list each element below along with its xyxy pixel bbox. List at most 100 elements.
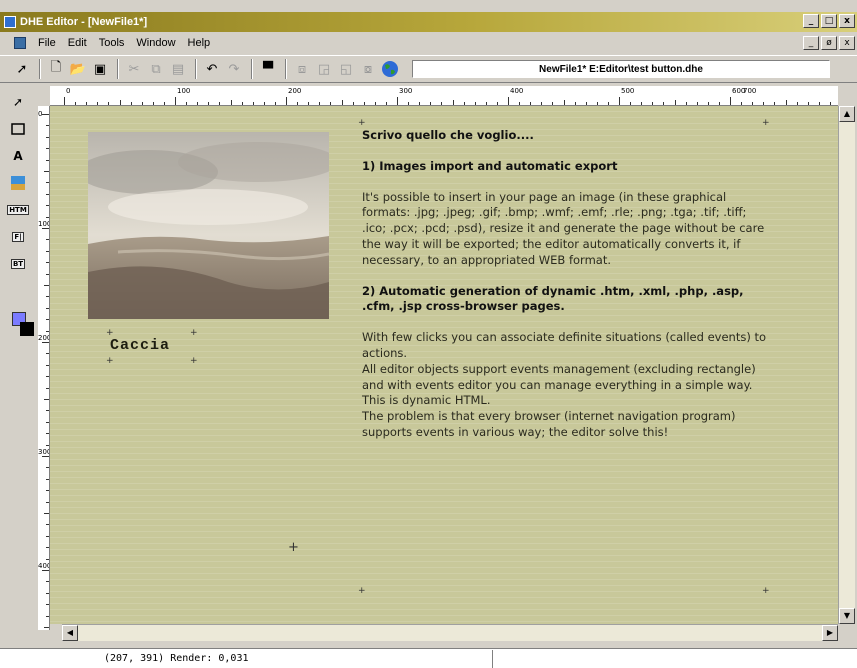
ruler-tick: [46, 615, 49, 617]
ruler-tick: [508, 97, 509, 105]
ruler-tick: [352, 102, 354, 105]
selection-handle[interactable]: +: [762, 586, 770, 596]
copy-icon[interactable]: ⧉: [146, 59, 166, 79]
new-icon[interactable]: 🗋: [46, 59, 66, 79]
vertical-scrollbar[interactable]: ▲ ▼: [838, 106, 855, 624]
menu-window[interactable]: Window: [130, 37, 181, 49]
ruler-tick: [97, 102, 99, 105]
ruler-tick: [241, 102, 243, 105]
align-icon[interactable]: ⧈: [292, 59, 312, 79]
menu-bar: File Edit Tools Window Help _ ø x: [0, 33, 857, 53]
ruler-label: 200: [38, 334, 49, 342]
selection-handle[interactable]: +: [762, 118, 770, 128]
scroll-up-icon[interactable]: ▲: [839, 106, 855, 122]
ruler-tick: [530, 102, 532, 105]
menu-file[interactable]: File: [32, 37, 62, 49]
ruler-label: 200: [288, 87, 302, 95]
caption-text[interactable]: Caccia: [110, 337, 170, 354]
design-canvas[interactable]: + + Caccia + + + + Scrivo quello che vog…: [50, 106, 838, 624]
scroll-right-icon[interactable]: ▶: [822, 625, 838, 641]
pointer-icon[interactable]: ➚: [12, 59, 32, 79]
htm-tool-icon[interactable]: HTM: [7, 200, 29, 220]
paste-icon[interactable]: ▤: [168, 59, 188, 79]
menu-tools[interactable]: Tools: [93, 37, 131, 49]
preview-icon[interactable]: ▀: [258, 59, 278, 79]
scroll-down-icon[interactable]: ▼: [839, 608, 855, 624]
file-path-field[interactable]: NewFile1* E:Editor\test button.dhe: [412, 60, 830, 78]
ruler-label: 300: [399, 87, 413, 95]
rectangle-tool-icon[interactable]: [8, 119, 28, 139]
ruler-tick: [330, 102, 332, 105]
horizontal-scrollbar[interactable]: ◀ ▶: [62, 624, 838, 641]
ruler-tick: [46, 444, 49, 446]
ruler-tick: [774, 102, 776, 105]
ruler-tick: [163, 102, 165, 105]
ruler-label: 700: [743, 87, 757, 95]
bring-front-icon[interactable]: ◲: [314, 59, 334, 79]
menu-edit[interactable]: Edit: [62, 37, 93, 49]
ruler-tick: [46, 535, 49, 537]
maximize-button[interactable]: □: [821, 14, 837, 28]
ruler-tick: [46, 216, 49, 218]
text-intro: Scrivo quello che voglio....: [362, 128, 534, 142]
selection-handle[interactable]: +: [358, 118, 366, 128]
child-close-button[interactable]: x: [839, 36, 855, 50]
ruler-tick: [641, 102, 643, 105]
ruler-tick: [46, 433, 49, 435]
selection-handle[interactable]: +: [190, 328, 198, 338]
ruler-label: 100: [38, 220, 49, 228]
selection-handle[interactable]: +: [106, 356, 114, 366]
paragraph-events-3: The problem is that every browser (inter…: [362, 409, 736, 439]
globe-icon[interactable]: [380, 59, 400, 79]
document-icon[interactable]: [14, 37, 26, 49]
landscape-image[interactable]: [88, 132, 329, 319]
background-color-swatch[interactable]: [20, 322, 34, 336]
selection-handle[interactable]: +: [190, 356, 198, 366]
ruler-tick: [46, 581, 49, 583]
ruler-tick: [718, 102, 720, 105]
ruler-tick: [607, 102, 609, 105]
color-selector[interactable]: [12, 312, 34, 336]
group-icon[interactable]: ⧇: [358, 59, 378, 79]
redo-icon[interactable]: ↷: [224, 59, 244, 79]
scroll-left-icon[interactable]: ◀: [62, 625, 78, 641]
minimize-button[interactable]: _: [803, 14, 819, 28]
send-back-icon[interactable]: ◱: [336, 59, 356, 79]
cut-icon[interactable]: ✂: [124, 59, 144, 79]
ruler-tick: [130, 102, 132, 105]
ruler-tick: [363, 102, 365, 105]
ruler-tick: [341, 100, 343, 105]
close-button[interactable]: x: [839, 14, 855, 28]
field-tool-icon[interactable]: F|: [8, 227, 28, 247]
ruler-tick: [263, 102, 265, 105]
text-tool-icon[interactable]: A: [8, 146, 28, 166]
undo-icon[interactable]: ↶: [202, 59, 222, 79]
ruler-tick: [474, 102, 476, 105]
text-block[interactable]: Scrivo quello che voglio.... 1) Images i…: [362, 128, 770, 441]
child-restore-button[interactable]: ø: [821, 36, 837, 50]
ruler-tick: [46, 558, 49, 560]
ruler-tick: [46, 307, 49, 309]
image-tool-icon[interactable]: [8, 173, 28, 193]
open-icon[interactable]: 📂: [68, 59, 88, 79]
ruler-tick: [46, 330, 49, 332]
ruler-tick: [274, 102, 276, 105]
selection-handle[interactable]: +: [358, 586, 366, 596]
ruler-tick: [441, 102, 443, 105]
toolbar: ➚ 🗋 📂 ▣ ✂ ⧉ ▤ ↶ ↷ ▀ ⧈ ◲ ◱ ⧇ NewFile1* E:…: [0, 55, 857, 83]
toolbar-separator: [39, 59, 41, 79]
button-tool-icon[interactable]: BT: [8, 254, 28, 274]
status-coordinates: (207, 391) Render: 0,031: [104, 653, 249, 664]
pointer-tool-icon[interactable]: ➚: [8, 92, 28, 112]
child-minimize-button[interactable]: _: [803, 36, 819, 50]
menu-help[interactable]: Help: [182, 37, 217, 49]
ruler-tick: [496, 102, 498, 105]
save-icon[interactable]: ▣: [90, 59, 110, 79]
ruler-tick: [730, 97, 731, 105]
ruler-tick: [46, 421, 49, 423]
ruler-tick: [46, 592, 49, 594]
ruler-tick: [46, 353, 49, 355]
ruler-tick: [42, 114, 49, 115]
app-icon: [4, 16, 16, 28]
vertical-ruler: 0 100 200 300 400: [38, 106, 50, 630]
